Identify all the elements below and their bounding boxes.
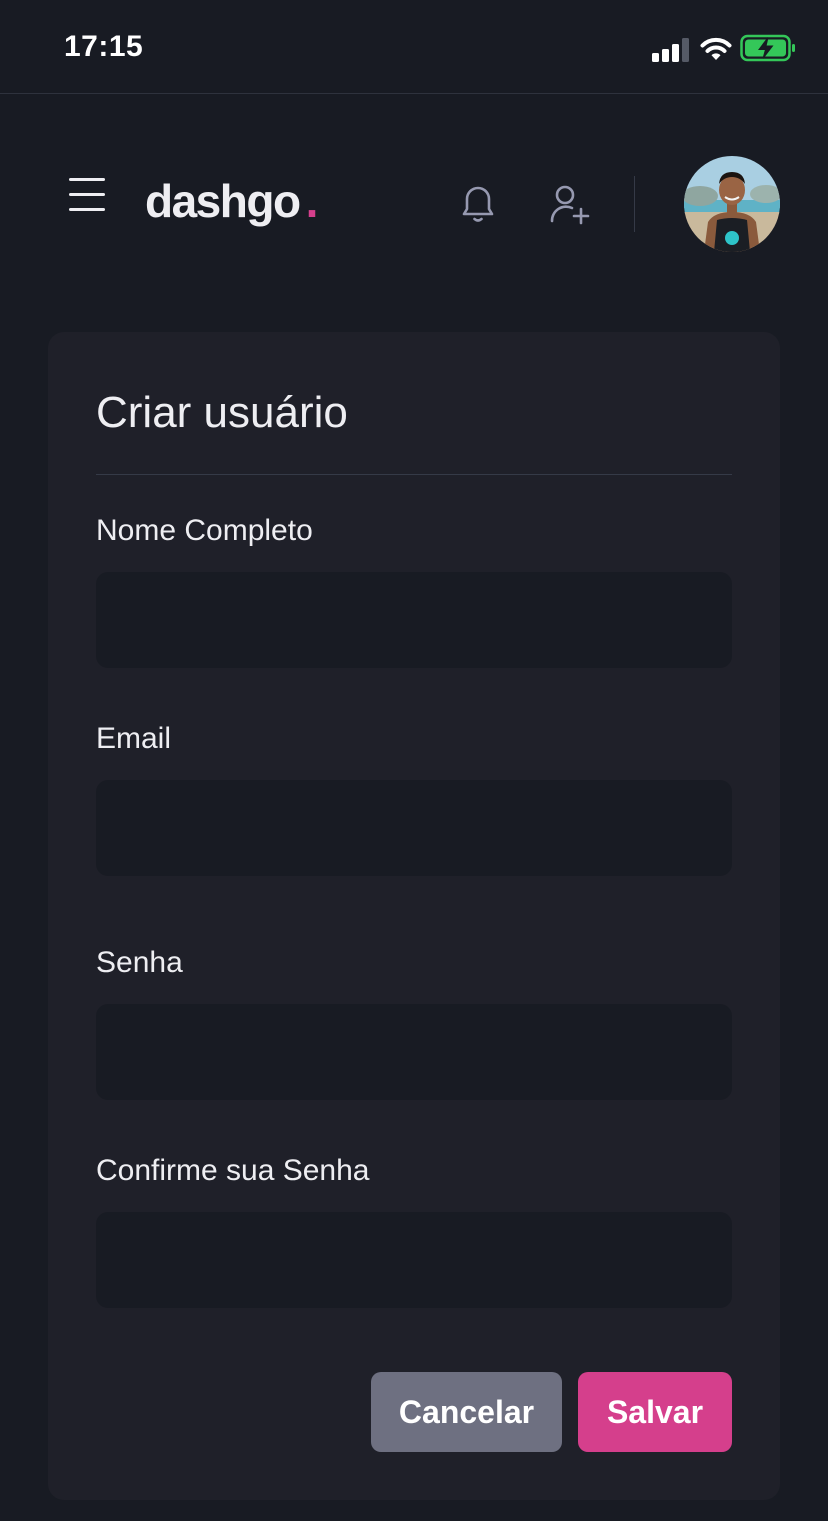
full-name-label: Nome Completo: [96, 514, 313, 547]
full-name-input[interactable]: [96, 572, 732, 668]
user-plus-icon[interactable]: [546, 182, 592, 226]
email-label: Email: [96, 722, 172, 755]
email-input[interactable]: [96, 780, 732, 876]
title-divider: [96, 474, 732, 475]
bell-icon[interactable]: [456, 182, 500, 226]
logo: dashgo.: [145, 174, 319, 228]
menu-button[interactable]: [66, 178, 110, 214]
confirm-password-label: Confirme sua Senha: [96, 1154, 370, 1187]
save-button[interactable]: Salvar: [578, 1372, 732, 1452]
cellular-signal-icon: [652, 38, 689, 62]
avatar[interactable]: [684, 156, 780, 252]
logo-text: dashgo: [145, 175, 301, 227]
app-header: dashgo.: [0, 94, 828, 332]
wifi-icon: [700, 37, 732, 60]
confirm-password-input[interactable]: [96, 1212, 732, 1308]
password-label: Senha: [96, 946, 183, 979]
battery-charging-icon: [740, 34, 795, 62]
status-bar: 17:15: [0, 0, 828, 94]
create-user-card: Criar usuário Nome Completo Email Senha …: [48, 332, 780, 1500]
status-time: 17:15: [64, 30, 144, 63]
hamburger-menu-icon: [69, 178, 105, 181]
logo-dot: .: [305, 175, 319, 227]
password-input[interactable]: [96, 1004, 732, 1100]
cancel-button[interactable]: Cancelar: [371, 1372, 562, 1452]
page-title: Criar usuário: [96, 388, 348, 437]
header-divider: [634, 176, 635, 232]
